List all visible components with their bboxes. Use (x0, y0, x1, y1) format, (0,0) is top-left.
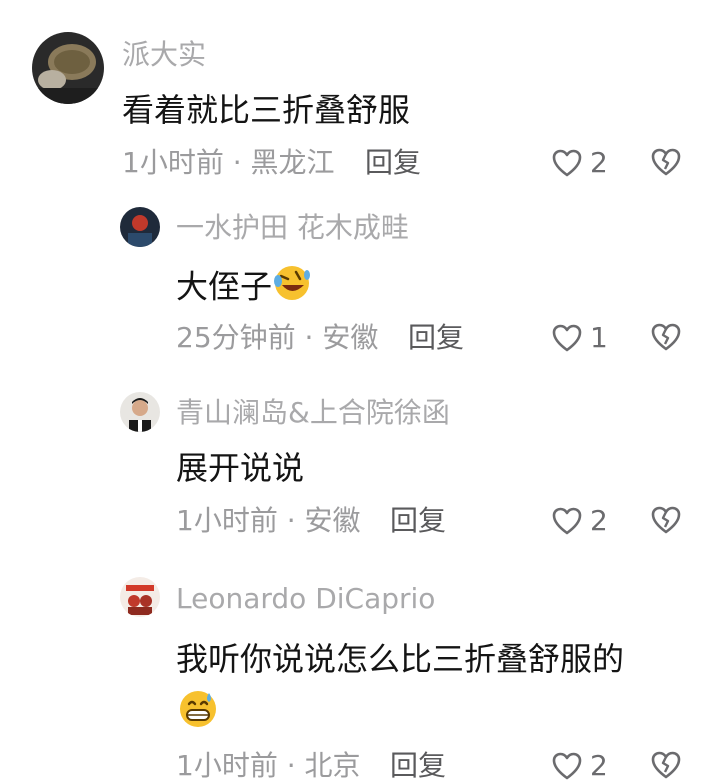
broken-heart-icon (651, 323, 681, 351)
broken-heart-icon (651, 506, 681, 534)
reply-button[interactable]: 回复 (390, 748, 446, 784)
reply-comment-item: 青山澜岛&上合院徐函 展开说说 1小时前 · 安徽 回复 2 (0, 370, 720, 550)
reply-comment-item: Leonardo DiCaprio 我听你说说怎么比三折叠舒服的 1小时前 · … (0, 555, 720, 784)
comment-location: 安徽 (304, 504, 361, 537)
meta-separator: · (286, 749, 296, 782)
reply-button[interactable]: 回复 (365, 145, 421, 181)
comment-time: 25分钟前 (176, 321, 296, 354)
like-count: 2 (590, 749, 608, 782)
like-count: 1 (590, 321, 608, 354)
like-count: 2 (590, 146, 608, 179)
sweat-grin-emoji (176, 687, 220, 748)
rolling-laughing-emoji (272, 263, 312, 314)
heart-icon (552, 324, 582, 352)
comment-location: 北京 (304, 749, 361, 782)
avatar-image (32, 32, 104, 104)
broken-heart-icon (651, 751, 681, 779)
reply-button[interactable]: 回复 (408, 320, 464, 356)
like-button[interactable]: 2 (552, 748, 608, 784)
comment-username[interactable]: Leonardo DiCaprio (176, 581, 435, 617)
heart-icon (552, 507, 582, 535)
comment-text: 我听你说说怎么比三折叠舒服的 (176, 631, 676, 748)
comment-username[interactable]: 一水护田 花木成畦 (176, 210, 409, 246)
heart-icon (552, 752, 582, 780)
avatar[interactable] (120, 392, 160, 432)
meta-separator: · (232, 146, 242, 179)
comment-text: 大侄子 (176, 263, 312, 314)
comment-item: 派大实 看着就比三折叠舒服 1小时前 · 黑龙江 回复 2 (0, 0, 720, 190)
comment-username[interactable]: 青山澜岛&上合院徐函 (176, 395, 450, 431)
dislike-button[interactable] (651, 148, 681, 176)
dislike-button[interactable] (651, 506, 681, 534)
broken-heart-icon (651, 148, 681, 176)
like-button[interactable]: 2 (552, 503, 608, 539)
comment-location: 黑龙江 (250, 146, 335, 179)
avatar-image (120, 207, 160, 247)
comment-text-content: 大侄子 (176, 267, 273, 306)
comment-text: 看着就比三折叠舒服 (122, 91, 411, 129)
comment-meta: 1小时前 · 黑龙江 (122, 145, 335, 181)
avatar[interactable] (120, 577, 160, 617)
avatar-image (120, 392, 160, 432)
like-button[interactable]: 2 (552, 145, 608, 181)
comment-text-content: 我听你说说怎么比三折叠舒服的 (176, 640, 625, 678)
comment-time: 1小时前 (176, 749, 278, 782)
like-button[interactable]: 1 (552, 320, 608, 356)
reply-button[interactable]: 回复 (390, 503, 446, 539)
heart-icon (552, 149, 582, 177)
avatar[interactable] (32, 32, 104, 104)
dislike-button[interactable] (651, 751, 681, 779)
comment-time: 1小时前 (122, 146, 224, 179)
comment-location: 安徽 (322, 321, 379, 354)
comment-meta: 25分钟前 · 安徽 (176, 320, 378, 356)
comment-username[interactable]: 派大实 (122, 37, 206, 73)
meta-separator: · (304, 321, 314, 354)
comment-text: 展开说说 (176, 449, 305, 487)
meta-separator: · (286, 504, 296, 537)
avatar[interactable] (120, 207, 160, 247)
comment-meta: 1小时前 · 北京 (176, 748, 361, 784)
comment-meta: 1小时前 · 安徽 (176, 503, 361, 539)
reply-comment-item: 一水护田 花木成畦 大侄子 25分钟前 · 安徽 回复 1 (0, 190, 720, 370)
comment-time: 1小时前 (176, 504, 278, 537)
dislike-button[interactable] (651, 323, 681, 351)
avatar-image (120, 577, 160, 617)
like-count: 2 (590, 504, 608, 537)
